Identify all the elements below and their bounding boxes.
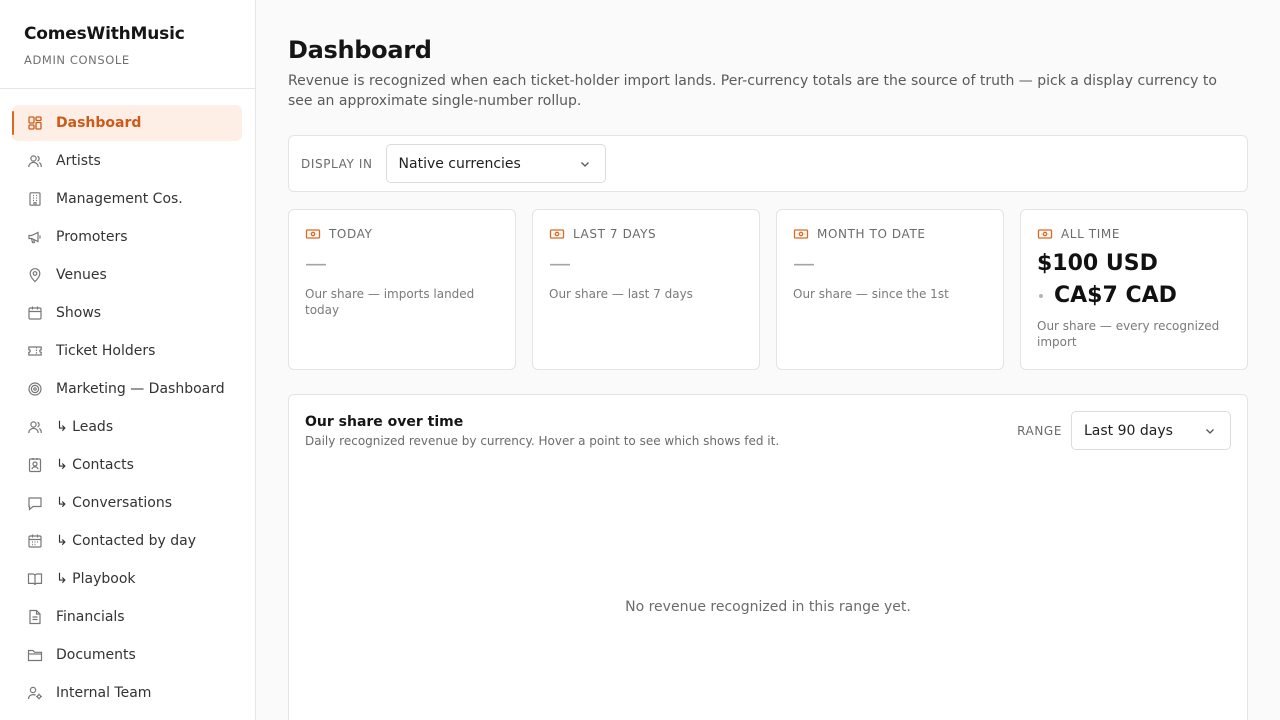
sidebar-item-label: Dashboard <box>56 115 142 131</box>
sidebar-item-label: Ticket Holders <box>56 343 156 359</box>
card-note: Our share — last 7 days <box>549 287 693 301</box>
card-today: TODAY — Our share — imports landed today <box>288 209 516 370</box>
sidebar-item-label: Artists <box>56 153 101 169</box>
sidebar-item-ticket-holders[interactable]: Ticket Holders <box>12 333 242 369</box>
calendar-icon <box>27 305 43 321</box>
contact-icon <box>27 457 43 473</box>
card-note: Our share — imports landed today <box>305 287 475 317</box>
sidebar-item-playbook[interactable]: ↳ Playbook <box>12 561 242 597</box>
sidebar: ComesWithMusic ADMIN CONSOLE Dashboard A… <box>0 0 256 720</box>
card-label: LAST 7 DAYS <box>573 227 657 241</box>
sidebar-item-conversations[interactable]: ↳ Conversations <box>12 485 242 521</box>
share-over-time-panel: Our share over time Daily recognized rev… <box>288 394 1248 720</box>
banknote-icon <box>305 229 321 239</box>
card-label: TODAY <box>329 227 373 241</box>
page-description: Revenue is recognized when each ticket-h… <box>288 73 1217 109</box>
range-control: RANGE Last 90 days <box>1017 411 1231 450</box>
sidebar-item-contacts[interactable]: ↳ Contacts <box>12 447 242 483</box>
map-pin-icon <box>27 267 43 283</box>
range-value: Last 90 days <box>1084 422 1173 439</box>
calendar-days-icon <box>27 533 43 549</box>
chart-title: Our share over time <box>305 414 464 430</box>
sidebar-item-management-cos[interactable]: Management Cos. <box>12 181 242 217</box>
display-currency-value: Native currencies <box>398 155 521 172</box>
sidebar-item-label: Venues <box>56 267 107 283</box>
amount-cad-row: CA$7 CAD <box>1037 280 1231 312</box>
sidebar-item-label: Internal Team <box>56 685 152 701</box>
building-icon <box>27 191 43 207</box>
users-icon <box>27 419 43 435</box>
sidebar-item-label: ↳ Conversations <box>56 495 173 511</box>
separator-dot <box>1039 294 1043 298</box>
dashboard-icon <box>27 115 43 131</box>
chevron-down-icon <box>1206 428 1214 434</box>
sidebar-item-label: ↳ Contacts <box>56 457 134 473</box>
folder-icon <box>27 647 43 663</box>
banknote-icon <box>1037 229 1053 239</box>
ticket-icon <box>27 343 43 359</box>
banknote-icon <box>793 229 809 239</box>
megaphone-icon <box>27 229 43 245</box>
sidebar-item-shows[interactable]: Shows <box>12 295 242 331</box>
sidebar-item-label: ↳ Contacted by day <box>56 533 196 549</box>
sidebar-item-internal-team[interactable]: Internal Team <box>12 675 242 711</box>
page-title: Dashboard <box>288 36 432 64</box>
sidebar-item-documents[interactable]: Documents <box>12 637 242 673</box>
user-cog-icon <box>27 685 43 701</box>
target-icon <box>27 381 43 397</box>
chevron-down-icon <box>580 161 589 167</box>
revenue-cards: TODAY — Our share — imports landed today… <box>288 209 1248 370</box>
app-subtitle: ADMIN CONSOLE <box>24 53 130 67</box>
card-note: Our share — every recognized import <box>1037 319 1220 349</box>
card-note: Our share — since the 1st <box>793 287 949 301</box>
sidebar-item-label: Shows <box>56 305 102 321</box>
range-label: RANGE <box>1017 423 1062 438</box>
sidebar-item-label: Promoters <box>56 229 128 245</box>
display-currency-bar: DISPLAY IN Native currencies <box>288 135 1248 192</box>
sidebar-item-contacted-by-day[interactable]: ↳ Contacted by day <box>12 523 242 559</box>
amount-cad: CA$7 CAD <box>1054 283 1177 308</box>
sidebar-item-leads[interactable]: ↳ Leads <box>12 409 242 445</box>
sidebar-item-label: Documents <box>56 647 136 663</box>
sidebar-item-label: ↳ Leads <box>56 419 114 435</box>
sidebar-item-label: Marketing — Dashboard <box>56 381 225 397</box>
app-name: ComesWithMusic <box>24 24 185 44</box>
display-currency-select[interactable]: Native currencies <box>385 144 606 183</box>
range-select[interactable]: Last 90 days <box>1071 411 1231 450</box>
sidebar-item-label: Management Cos. <box>56 191 183 207</box>
card-last-7-days: LAST 7 DAYS — Our share — last 7 days <box>532 209 760 370</box>
chart-subtitle: Daily recognized revenue by currency. Ho… <box>305 434 780 448</box>
sidebar-item-label: ↳ Playbook <box>56 571 136 587</box>
sidebar-item-promoters[interactable]: Promoters <box>12 219 242 255</box>
card-value: — <box>549 252 571 277</box>
sidebar-item-venues[interactable]: Venues <box>12 257 242 293</box>
sidebar-item-artists[interactable]: Artists <box>12 143 242 179</box>
sidebar-item-dashboard[interactable]: Dashboard <box>12 105 242 141</box>
sidebar-item-marketing-dashboard[interactable]: Marketing — Dashboard <box>12 371 242 407</box>
book-icon <box>27 571 43 587</box>
chart-empty-message: No revenue recognized in this range yet. <box>625 599 911 615</box>
brand: ComesWithMusic ADMIN CONSOLE <box>0 0 255 89</box>
display-in-label: DISPLAY IN <box>301 156 373 171</box>
card-value: — <box>793 252 815 277</box>
card-month-to-date: MONTH TO DATE — Our share — since the 1s… <box>776 209 1004 370</box>
sidebar-item-financials[interactable]: Financials <box>12 599 242 635</box>
main-content: Dashboard Revenue is recognized when eac… <box>288 0 1248 720</box>
sidebar-item-label: Financials <box>56 609 125 625</box>
sidebar-nav: Dashboard Artists Management Cos. Promot… <box>0 89 255 711</box>
card-label: ALL TIME <box>1061 227 1120 241</box>
card-value: — <box>305 252 327 277</box>
amount-usd: $100 USD <box>1037 251 1158 276</box>
banknote-icon <box>549 229 565 239</box>
file-text-icon <box>27 609 43 625</box>
message-icon <box>27 495 43 511</box>
user-icon <box>27 153 43 169</box>
card-all-time: ALL TIME $100 USD CA$7 CAD Our share — e… <box>1020 209 1248 370</box>
card-label: MONTH TO DATE <box>817 227 926 241</box>
